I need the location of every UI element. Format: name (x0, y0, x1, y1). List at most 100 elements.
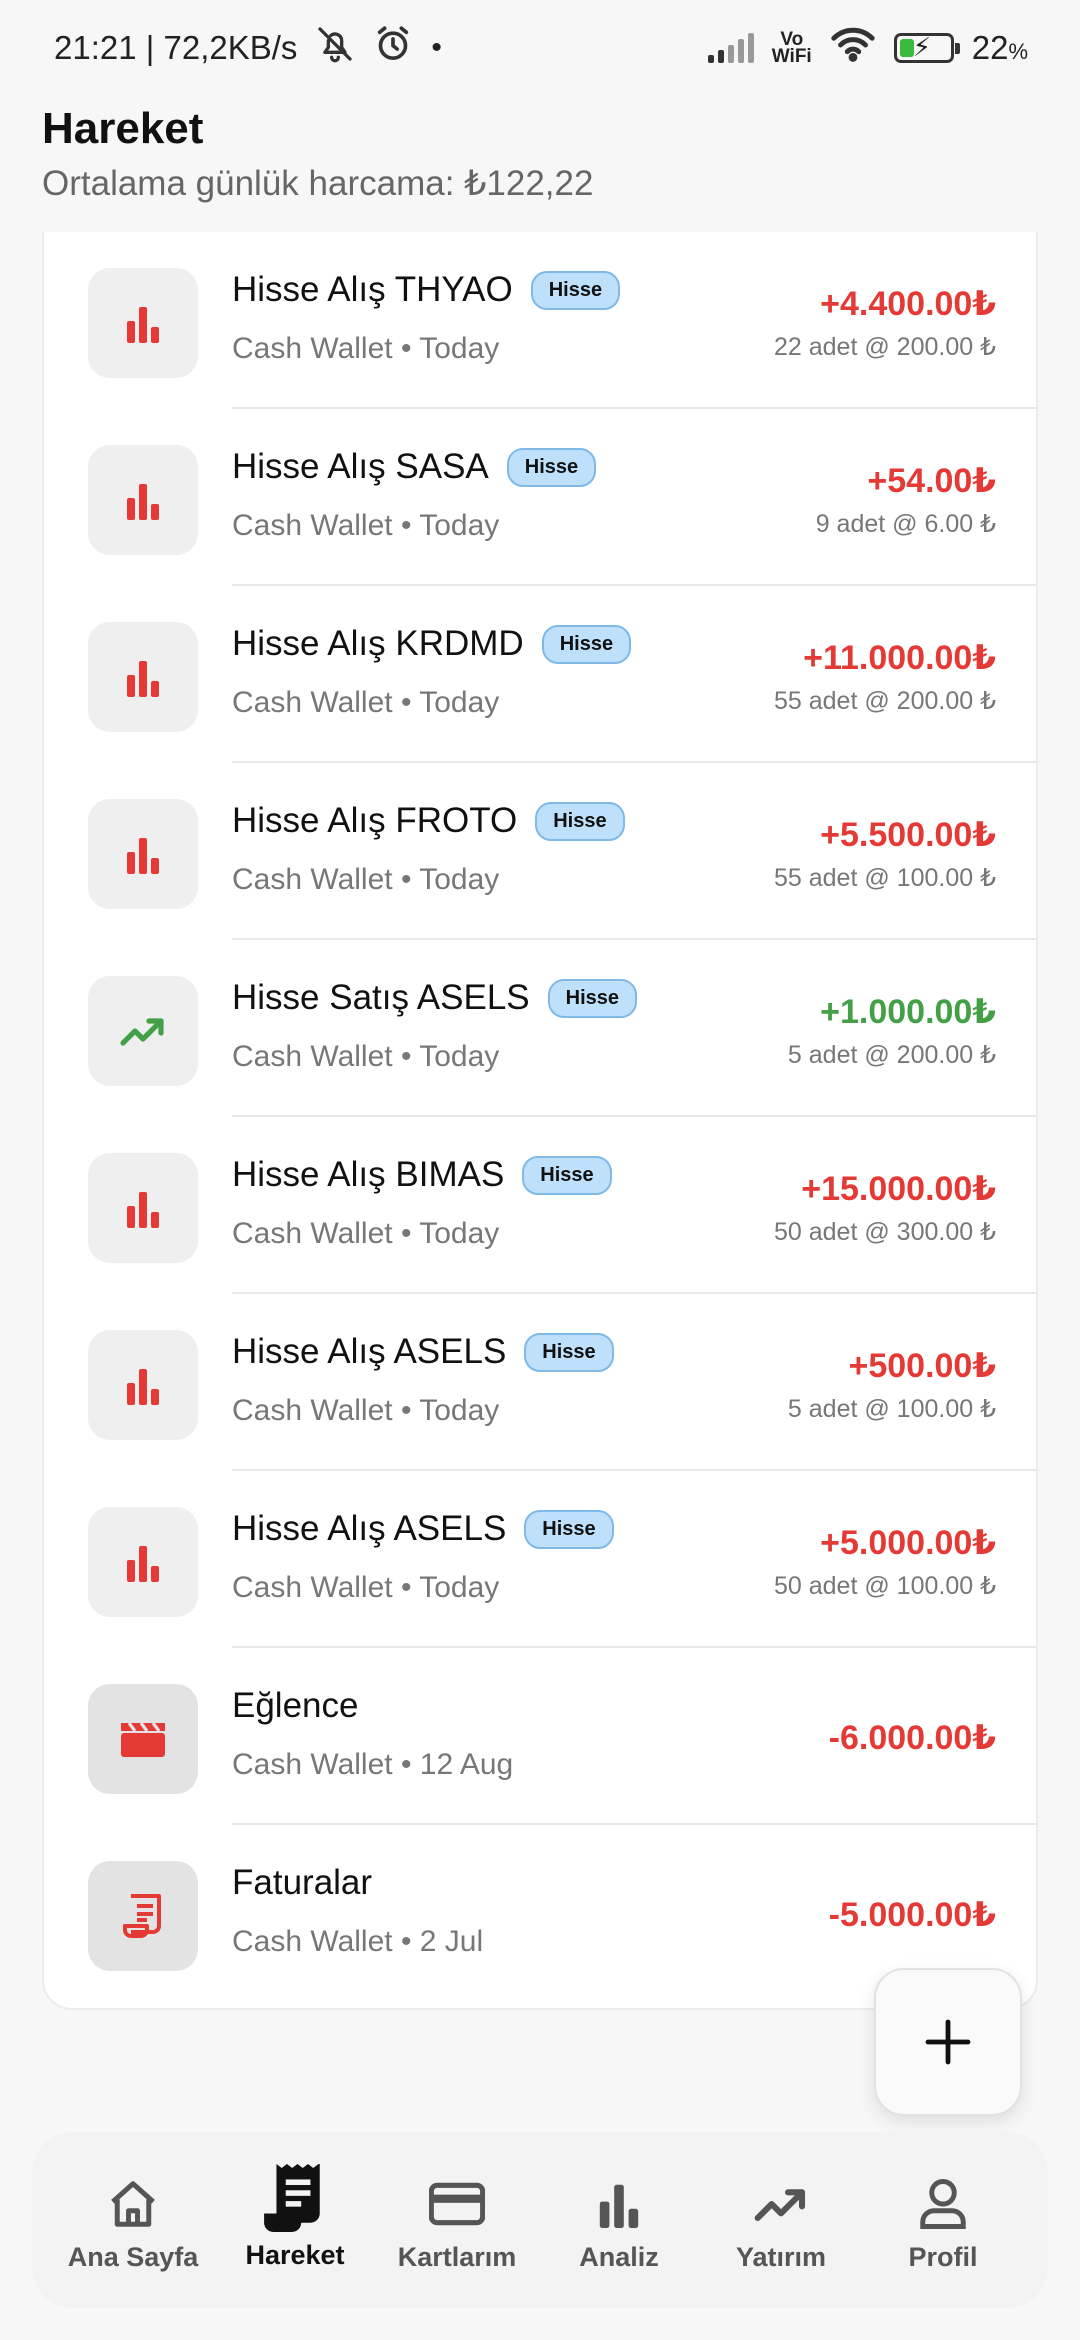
page-title: Hareket (42, 104, 204, 153)
transaction-row[interactable]: Hisse Alış THYAO Hisse Cash Wallet • Toda… (44, 232, 1036, 409)
clapperboard-icon (88, 1684, 198, 1794)
battery-charging-icon: ⚡ (893, 32, 960, 63)
transaction-subtitle: Cash Wallet • Today (232, 686, 500, 719)
transaction-title: Hisse Alış ASELS (232, 1332, 507, 1371)
wifi-icon (830, 26, 876, 70)
category-tag: Hisse (524, 1509, 614, 1549)
transaction-title: Hisse Alış ASELS (232, 1509, 507, 1548)
bar-chart-icon (88, 799, 198, 909)
transaction-detail: 50 adet @ 300.00 ₺ (774, 1218, 996, 1246)
transaction-list[interactable]: Hisse Alış THYAO Hisse Cash Wallet • Toda… (42, 232, 1038, 2010)
transaction-amount: +11.000.00₺ (803, 639, 996, 677)
transaction-row[interactable]: Hisse Satış ASELS Hisse Cash Wallet • Tod… (44, 940, 1036, 1117)
transaction-amount: +15.000.00₺ (801, 1170, 996, 1208)
transaction-amount: +54.00₺ (867, 462, 996, 500)
bar-chart-icon (88, 1153, 198, 1263)
nav-label: Kartlarım (397, 2242, 517, 2272)
transaction-title: Hisse Alış KRDMD (232, 624, 524, 663)
page-header: Hareket Ortalama günlük harcama: ₺122,22 (42, 100, 1042, 204)
signal-icon (707, 33, 754, 63)
nav-label: Yatırım (735, 2242, 827, 2272)
add-transaction-button[interactable] (874, 1968, 1022, 2116)
category-tag: Hisse (547, 978, 638, 1018)
category-tag: Hisse (535, 801, 625, 841)
bar-chart-icon (88, 445, 198, 555)
transaction-title: Eğlence (232, 1686, 359, 1725)
transaction-detail: 9 adet @ 6.00 ₺ (815, 510, 996, 538)
transaction-detail: 5 adet @ 100.00 ₺ (787, 1395, 996, 1423)
transaction-amount: +5.500.00₺ (820, 816, 996, 854)
bar-chart-icon (88, 1330, 198, 1440)
nav-item-home[interactable]: Ana Sayfa (52, 2132, 214, 2308)
transaction-title: Hisse Satış ASELS (232, 978, 530, 1017)
status-right: Vo WiFi ⚡ 22% (707, 26, 1028, 70)
transaction-amount: +5.000.00₺ (820, 1524, 996, 1562)
status-time: 21:21 | 72,2KB/s (54, 29, 298, 66)
nav-item-analysis[interactable]: Analiz (538, 2132, 700, 2308)
transaction-subtitle: Cash Wallet • Today (232, 509, 500, 542)
transaction-title: Hisse Alış THYAO (232, 270, 513, 309)
status-bar: 21:21 | 72,2KB/s • Vo WiFi ⚡ 22% (0, 0, 1080, 96)
bar-chart-icon (88, 268, 198, 378)
category-tag: Hisse (541, 624, 632, 664)
transaction-detail: 5 adet @ 200.00 ₺ (787, 1041, 996, 1069)
receipt-icon (261, 2160, 329, 2236)
volte-indicator: Vo WiFi (771, 29, 812, 67)
transaction-subtitle: Cash Wallet • 12 Aug (232, 1748, 514, 1781)
nav-item-profile[interactable]: Profil (862, 2132, 1024, 2308)
nav-item-cards[interactable]: Kartlarım (376, 2132, 538, 2308)
transaction-row[interactable]: Hisse Alış BIMAS Hisse Cash Wallet • Toda… (44, 1117, 1036, 1294)
nav-label: Ana Sayfa (67, 2242, 199, 2272)
nav-item-hareket[interactable]: Hareket (214, 2132, 376, 2308)
transaction-detail: 55 adet @ 200.00 ₺ (774, 687, 996, 715)
transaction-subtitle: Cash Wallet • Today (232, 863, 500, 896)
transaction-title: Hisse Alış BIMAS (232, 1155, 505, 1194)
category-tag: Hisse (506, 447, 597, 487)
transaction-title: Hisse Alış FROTO (232, 801, 518, 840)
transaction-subtitle: Cash Wallet • Today (232, 332, 500, 365)
status-left: 21:21 | 72,2KB/s • (54, 24, 442, 72)
nav-label: Analiz (579, 2242, 659, 2272)
transaction-amount: +1.000.00₺ (820, 993, 996, 1031)
transaction-amount: +500.00₺ (848, 1347, 996, 1385)
nav-label: Profil (908, 2242, 978, 2272)
bar-chart-icon (88, 1507, 198, 1617)
transaction-amount: -6.000.00₺ (828, 1719, 996, 1757)
transaction-subtitle: Cash Wallet • Today (232, 1394, 500, 1427)
transaction-row[interactable]: Hisse Alış FROTO Hisse Cash Wallet • Toda… (44, 763, 1036, 940)
transaction-subtitle: Cash Wallet • 2 Jul (232, 1925, 484, 1958)
transaction-row[interactable]: Eğlence Cash Wallet • 12 Aug -6.000.00₺ (44, 1648, 1036, 1825)
transaction-amount: +4.400.00₺ (820, 285, 996, 323)
plus-icon (925, 2019, 971, 2065)
trending-up-icon (752, 2174, 810, 2234)
transaction-subtitle: Cash Wallet • Today (232, 1040, 500, 1073)
bar-chart-icon (88, 622, 198, 732)
transaction-row[interactable]: Hisse Alış KRDMD Hisse Cash Wallet • Toda… (44, 586, 1036, 763)
transaction-subtitle: Cash Wallet • Today (232, 1571, 500, 1604)
transaction-title: Faturalar (232, 1863, 373, 1902)
category-tag: Hisse (524, 1332, 614, 1372)
transaction-row[interactable]: Hisse Alış SASA Hisse Cash Wallet • Today… (44, 409, 1036, 586)
credit-card-icon (429, 2174, 485, 2234)
receipt-icon (88, 1861, 198, 1971)
alarm-icon (373, 24, 413, 72)
bottom-navigation: Ana Sayfa Hareket Kartlarım Analiz Yatır… (32, 2132, 1048, 2308)
transaction-detail: 55 adet @ 100.00 ₺ (774, 864, 996, 892)
nav-label: Hareket (245, 2240, 345, 2270)
transaction-detail: 50 adet @ 100.00 ₺ (774, 1572, 996, 1600)
battery-percent: 22% (971, 29, 1028, 66)
transaction-row[interactable]: Hisse Alış ASELS Hisse Cash Wallet • Toda… (44, 1471, 1036, 1648)
transaction-detail: 22 adet @ 200.00 ₺ (774, 333, 996, 361)
status-dot: • (431, 31, 442, 64)
nav-item-investment[interactable]: Yatırım (700, 2132, 862, 2308)
trending-up-icon (88, 976, 198, 1086)
transaction-subtitle: Cash Wallet • Today (232, 1217, 500, 1250)
transaction-row[interactable]: Hisse Alış ASELS Hisse Cash Wallet • Toda… (44, 1294, 1036, 1471)
bell-off-icon (315, 24, 355, 72)
transaction-amount: -5.000.00₺ (828, 1896, 996, 1934)
bar-chart-icon (595, 2174, 643, 2234)
category-tag: Hisse (522, 1155, 612, 1195)
average-daily-spending: Ortalama günlük harcama: ₺122,22 (42, 164, 594, 203)
person-icon (918, 2174, 968, 2234)
home-icon (106, 2174, 160, 2234)
